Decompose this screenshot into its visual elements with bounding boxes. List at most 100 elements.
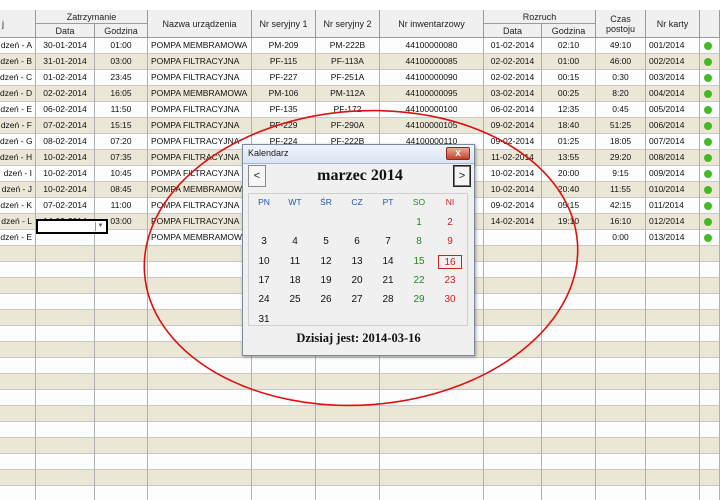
table-cell[interactable]: [95, 246, 148, 262]
table-cell[interactable]: 10:45: [95, 166, 148, 182]
table-cell[interactable]: [542, 422, 596, 438]
table-cell[interactable]: [596, 374, 646, 390]
header-stop-date[interactable]: Data: [36, 24, 95, 38]
calendar-day[interactable]: 9: [438, 235, 462, 249]
table-cell[interactable]: dzeń - A: [0, 38, 36, 54]
table-cell[interactable]: [148, 486, 252, 500]
header-device[interactable]: Nazwa urządzenia: [148, 10, 252, 38]
table-cell[interactable]: 14-02-2014: [484, 214, 542, 230]
table-cell[interactable]: 29:20: [596, 150, 646, 166]
table-cell[interactable]: [596, 310, 646, 326]
table-cell[interactable]: [0, 406, 36, 422]
table-cell[interactable]: 003/2014: [646, 70, 700, 86]
calendar-day[interactable]: 12: [314, 255, 338, 269]
table-cell[interactable]: [700, 374, 720, 390]
table-cell[interactable]: [95, 326, 148, 342]
table-cell[interactable]: 00:25: [542, 86, 596, 102]
table-cell[interactable]: [316, 438, 380, 454]
table-cell[interactable]: POMPA FILTRACYJNA: [148, 54, 252, 70]
table-cell[interactable]: 008/2014: [646, 150, 700, 166]
table-cell[interactable]: [148, 246, 252, 262]
table-cell[interactable]: [95, 358, 148, 374]
table-cell[interactable]: [36, 390, 95, 406]
table-cell[interactable]: 10-02-2014: [36, 166, 95, 182]
table-cell[interactable]: [542, 294, 596, 310]
table-cell[interactable]: [36, 438, 95, 454]
calendar-day[interactable]: 14: [376, 255, 400, 269]
table-cell[interactable]: [484, 310, 542, 326]
table-cell[interactable]: [542, 358, 596, 374]
table-cell[interactable]: [596, 486, 646, 500]
table-cell[interactable]: [484, 374, 542, 390]
table-cell[interactable]: 02-02-2014: [484, 70, 542, 86]
table-cell[interactable]: [36, 358, 95, 374]
table-cell[interactable]: [148, 422, 252, 438]
table-cell[interactable]: 07-02-2014: [36, 118, 95, 134]
table-cell[interactable]: 11-02-2014: [484, 150, 542, 166]
table-cell[interactable]: 08:45: [95, 182, 148, 198]
table-cell[interactable]: [380, 358, 484, 374]
calendar-day[interactable]: 7: [376, 235, 400, 249]
table-cell[interactable]: [380, 374, 484, 390]
calendar-day[interactable]: 28: [376, 293, 400, 307]
table-cell[interactable]: 8:20: [596, 86, 646, 102]
table-cell[interactable]: [95, 262, 148, 278]
table-cell[interactable]: [484, 230, 542, 246]
table-cell[interactable]: 51:25: [596, 118, 646, 134]
header-card[interactable]: Nr karty: [646, 10, 700, 38]
table-cell[interactable]: [542, 374, 596, 390]
header-start-time[interactable]: Godzina: [542, 24, 596, 38]
table-cell[interactable]: 09-02-2014: [484, 118, 542, 134]
table-cell[interactable]: [252, 454, 316, 470]
table-cell[interactable]: 30-01-2014: [36, 38, 95, 54]
table-cell[interactable]: 0:00: [596, 230, 646, 246]
table-cell[interactable]: 44100000085: [380, 54, 484, 70]
table-cell[interactable]: [36, 486, 95, 500]
table-cell[interactable]: 10-02-2014: [36, 150, 95, 166]
table-cell[interactable]: [0, 390, 36, 406]
table-cell[interactable]: PF-251A: [316, 70, 380, 86]
table-cell[interactable]: 44100000095: [380, 86, 484, 102]
table-cell[interactable]: 03:00: [95, 54, 148, 70]
table-cell[interactable]: [646, 342, 700, 358]
table-cell[interactable]: [95, 374, 148, 390]
table-cell[interactable]: dzeń - E: [0, 102, 36, 118]
table-cell[interactable]: 0:30: [596, 70, 646, 86]
table-cell[interactable]: [95, 294, 148, 310]
table-cell[interactable]: [148, 470, 252, 486]
calendar-day[interactable]: 27: [345, 293, 369, 307]
table-cell[interactable]: [380, 422, 484, 438]
table-cell[interactable]: 01:00: [95, 38, 148, 54]
table-cell[interactable]: 02-02-2014: [36, 86, 95, 102]
table-cell[interactable]: PM-106: [252, 86, 316, 102]
table-cell[interactable]: [646, 454, 700, 470]
table-cell[interactable]: [484, 406, 542, 422]
table-cell[interactable]: [36, 342, 95, 358]
table-cell[interactable]: [0, 294, 36, 310]
table-cell[interactable]: POMPA FILTRACYJNA: [148, 150, 252, 166]
table-cell[interactable]: [380, 454, 484, 470]
prev-month-button[interactable]: <: [248, 165, 266, 187]
table-cell[interactable]: 07:35: [95, 150, 148, 166]
table-cell[interactable]: [36, 326, 95, 342]
close-button[interactable]: x: [446, 147, 470, 160]
table-cell[interactable]: [646, 406, 700, 422]
table-cell[interactable]: [542, 486, 596, 500]
table-cell[interactable]: 07:20: [95, 134, 148, 150]
table-cell[interactable]: [700, 294, 720, 310]
table-cell[interactable]: [484, 262, 542, 278]
table-cell[interactable]: PF-227: [252, 70, 316, 86]
table-cell[interactable]: [36, 246, 95, 262]
table-cell[interactable]: [700, 438, 720, 454]
header-col-a[interactable]: j: [0, 10, 36, 38]
table-cell[interactable]: 006/2014: [646, 118, 700, 134]
table-cell[interactable]: [646, 326, 700, 342]
table-cell[interactable]: [0, 310, 36, 326]
table-cell[interactable]: [316, 374, 380, 390]
table-cell[interactable]: [700, 310, 720, 326]
table-cell[interactable]: 16:05: [95, 86, 148, 102]
table-cell[interactable]: [148, 390, 252, 406]
calendar-day[interactable]: 4: [283, 235, 307, 249]
header-serial2[interactable]: Nr seryjny 2: [316, 10, 380, 38]
table-cell[interactable]: [0, 262, 36, 278]
